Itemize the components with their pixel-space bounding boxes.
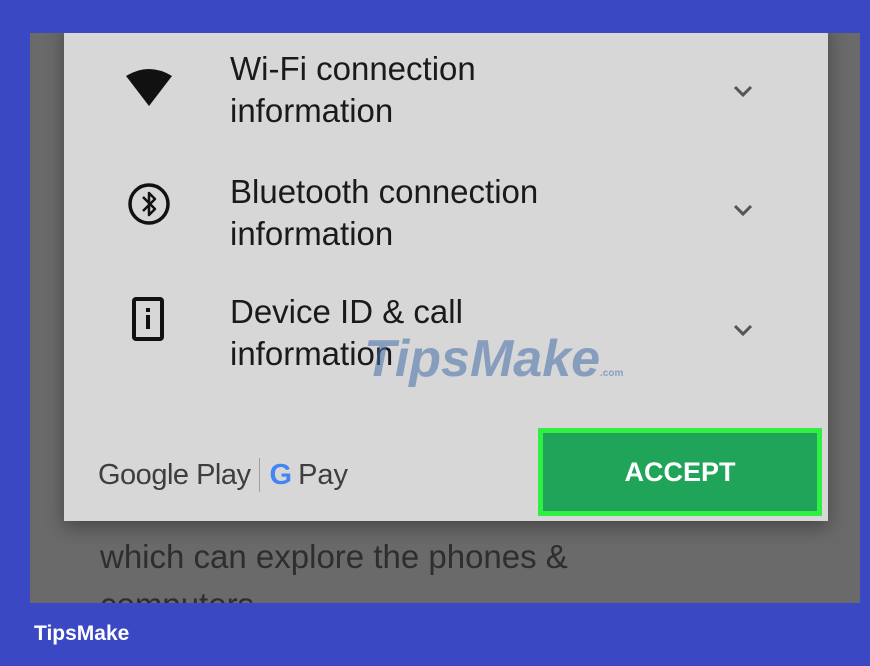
accept-button[interactable]: ACCEPT (538, 428, 822, 516)
chevron-down-icon[interactable] (728, 76, 758, 106)
permission-row-wifi[interactable]: Wi-Fi connection information (64, 48, 828, 158)
wifi-icon (124, 66, 174, 116)
permissions-dialog: Wi-Fi connection information Bluetooth c… (64, 33, 828, 521)
phone-screen: which can explore the phones & computers… (30, 33, 860, 603)
google-g-icon: G (269, 458, 293, 491)
background-text: which can explore the phones & computers (100, 533, 800, 603)
payment-logos: Google Play G Pay (98, 453, 348, 497)
device-info-icon (124, 295, 174, 345)
watermark: TipsMake.com (364, 330, 624, 388)
gpay-logo-text: Pay (298, 458, 349, 491)
permission-label: Wi-Fi connection information (230, 50, 476, 129)
permission-label: Bluetooth connection information (230, 173, 539, 252)
brand-label: TipsMake (34, 622, 130, 645)
chevron-down-icon[interactable] (728, 315, 758, 345)
logo-divider (258, 458, 260, 492)
background-text-line-1: which can explore the phones & (100, 538, 568, 575)
bluetooth-icon (124, 179, 174, 229)
permission-row-bluetooth[interactable]: Bluetooth connection information (64, 171, 828, 281)
google-play-logo: Google Play (98, 458, 251, 491)
chevron-down-icon[interactable] (728, 195, 758, 225)
background-text-line-2: computers (100, 581, 800, 603)
